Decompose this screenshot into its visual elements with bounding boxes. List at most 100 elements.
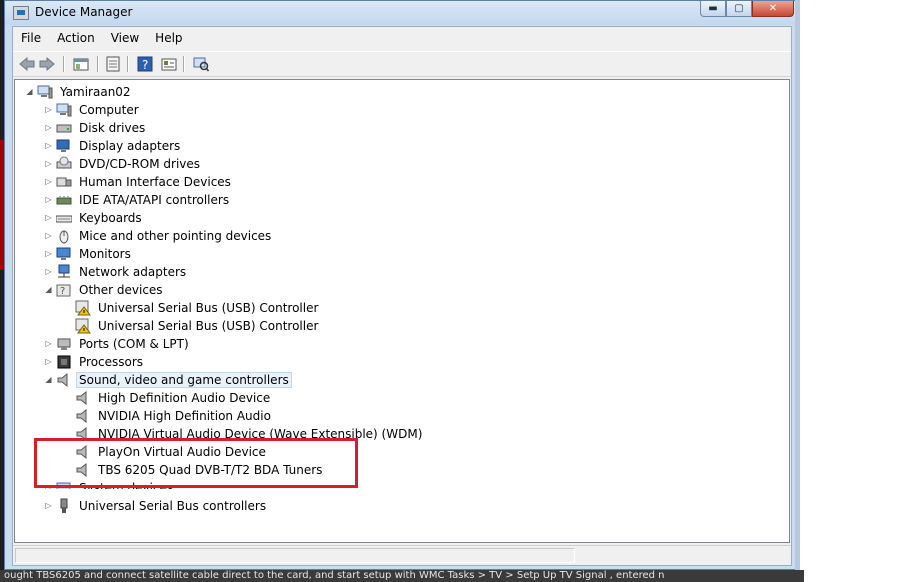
svg-text:?: ?: [60, 286, 65, 297]
expand-arrow-icon[interactable]: ▷: [44, 101, 53, 119]
tree-category-label: IDE ATA/ATAPI controllers: [79, 193, 230, 207]
computer-icon: [56, 102, 72, 118]
tree-category-label: Network adapters: [79, 265, 187, 279]
expand-arrow-icon[interactable]: ▷: [44, 137, 53, 155]
forward-arrow-icon[interactable]: [37, 55, 57, 73]
tree-category-label: Disk drives: [79, 121, 146, 135]
tree-category-label: Monitors: [79, 247, 131, 261]
close-button[interactable]: ✕: [752, 1, 794, 17]
tree-category[interactable]: ▷ Human Interface Devices: [44, 173, 233, 191]
help-icon[interactable]: ?: [135, 55, 155, 73]
warning-device-icon: [75, 300, 91, 316]
menu-file[interactable]: File: [13, 27, 49, 49]
expand-arrow-icon[interactable]: ▷: [44, 245, 53, 263]
speaker-icon: [75, 408, 91, 424]
processor-icon: [56, 354, 72, 370]
update-driver-icon[interactable]: [159, 55, 179, 73]
tree-device[interactable]: Universal Serial Bus (USB) Controller: [63, 317, 320, 335]
usb-icon: [56, 498, 72, 514]
tree-category-label: Computer: [79, 103, 139, 117]
expand-arrow-icon[interactable]: ▷: [44, 497, 53, 515]
toolbar: ?: [13, 51, 791, 77]
background-text: ought TBS6205 and connect satellite cabl…: [0, 570, 804, 582]
tree-category[interactable]: ▷ Processors: [44, 353, 145, 371]
menu-action[interactable]: Action: [49, 27, 103, 49]
svg-text:?: ?: [142, 58, 148, 72]
tree-category[interactable]: ◢ ? Other devices: [44, 281, 165, 299]
disk-drive-icon: [56, 120, 72, 136]
tree-category[interactable]: ◢ Sound, video and game controllers: [44, 371, 292, 389]
tree-category-label: Other devices: [79, 283, 163, 297]
tree-device-label: Universal Serial Bus (USB) Controller: [98, 301, 319, 315]
tree-category[interactable]: ▷ DVD/CD-ROM drives: [44, 155, 202, 173]
tree-category[interactable]: ▷ Disk drives: [44, 119, 147, 137]
expand-arrow-icon[interactable]: ▷: [44, 335, 53, 353]
toolbar-separator: [183, 56, 185, 72]
tree-category[interactable]: ▷ Keyboards: [44, 209, 144, 227]
tree-category[interactable]: ▷ Computer: [44, 101, 141, 119]
tree-category-label: Universal Serial Bus controllers: [79, 499, 267, 513]
collapse-arrow-icon[interactable]: ◢: [44, 281, 53, 299]
expand-arrow-icon[interactable]: ▷: [44, 353, 53, 371]
tree-category[interactable]: ▷ Display adapters: [44, 137, 182, 155]
tree-category[interactable]: ▷ Mice and other pointing devices: [44, 227, 273, 245]
expand-arrow-icon[interactable]: ▷: [44, 155, 53, 173]
tree-device[interactable]: Universal Serial Bus (USB) Controller: [63, 299, 320, 317]
properties-icon[interactable]: [103, 55, 123, 73]
status-bar: [13, 545, 791, 565]
tree-category-label: Processors: [79, 355, 144, 369]
maximize-button[interactable]: ▢: [726, 1, 752, 17]
minimize-button[interactable]: ▬: [700, 1, 726, 17]
collapse-arrow-icon[interactable]: ◢: [44, 371, 53, 389]
port-icon: [56, 336, 72, 352]
console-tree-icon[interactable]: [71, 55, 91, 73]
back-arrow-icon[interactable]: [17, 55, 37, 73]
device-manager-icon: [13, 6, 29, 20]
tree-category-label: Display adapters: [79, 139, 181, 153]
speaker-icon: [75, 390, 91, 406]
keyboard-icon: [55, 210, 73, 226]
tree-device-label: NVIDIA High Definition Audio: [98, 409, 271, 423]
tree-root-label: Yamiraan02: [60, 85, 131, 99]
tree-category-label: Mice and other pointing devices: [79, 229, 272, 243]
tree-root[interactable]: ◢ Yamiraan02: [25, 83, 133, 101]
tree-category-label: Ports (COM & LPT): [79, 337, 189, 351]
tree-device-label: High Definition Audio Device: [98, 391, 271, 405]
expand-arrow-icon[interactable]: ▷: [44, 209, 53, 227]
hid-icon: [56, 174, 72, 190]
collapse-arrow-icon[interactable]: ◢: [25, 83, 34, 101]
expand-arrow-icon[interactable]: ▷: [44, 263, 53, 281]
mouse-icon: [56, 228, 72, 244]
toolbar-separator: [97, 56, 99, 72]
speaker-icon: [56, 372, 72, 388]
display-adapter-icon: [56, 138, 72, 154]
unknown-device-icon: ?: [56, 282, 72, 298]
highlight-annotation-box: [34, 438, 358, 488]
tree-category[interactable]: ▷ IDE ATA/ATAPI controllers: [44, 191, 231, 209]
expand-arrow-icon[interactable]: ▷: [44, 191, 53, 209]
tree-category-label: Human Interface Devices: [79, 175, 231, 189]
scan-hardware-icon[interactable]: [191, 55, 211, 73]
window-title: Device Manager: [35, 5, 133, 19]
tree-category[interactable]: ▷ Monitors: [44, 245, 133, 263]
network-adapter-icon: [56, 264, 72, 280]
ide-controller-icon: [56, 192, 72, 208]
tree-category[interactable]: ▷ Ports (COM & LPT): [44, 335, 191, 353]
expand-arrow-icon[interactable]: ▷: [44, 119, 53, 137]
tree-device[interactable]: NVIDIA High Definition Audio: [63, 407, 273, 425]
expand-arrow-icon[interactable]: ▷: [44, 173, 53, 191]
title-bar[interactable]: Device Manager ▬ ▢ ✕: [5, 1, 798, 25]
expand-arrow-icon[interactable]: ▷: [44, 227, 53, 245]
menu-view[interactable]: View: [103, 27, 147, 49]
tree-category-label: Sound, video and game controllers: [76, 372, 292, 388]
menu-bar: File Action View Help: [13, 27, 791, 49]
monitor-icon: [56, 246, 72, 262]
toolbar-separator: [63, 56, 65, 72]
tree-device[interactable]: High Definition Audio Device: [63, 389, 272, 407]
menu-help[interactable]: Help: [147, 27, 190, 49]
tree-category[interactable]: ▷ Network adapters: [44, 263, 188, 281]
tree-category-label: Keyboards: [79, 211, 142, 225]
toolbar-separator: [127, 56, 129, 72]
dvd-drive-icon: [56, 156, 72, 172]
tree-category[interactable]: ▷ Universal Serial Bus controllers: [44, 497, 268, 515]
